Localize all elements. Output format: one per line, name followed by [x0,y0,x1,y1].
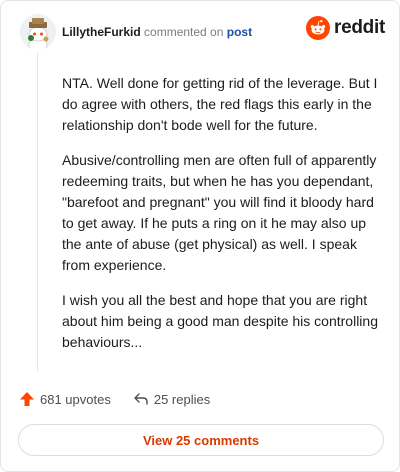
avatar-icon [20,14,56,50]
action-text: commented on [144,25,224,39]
upvote-arrow-icon [20,392,34,406]
replies-button[interactable]: 25 replies [133,391,210,407]
reddit-brand[interactable]: reddit [306,16,385,40]
reply-arrow-icon [134,393,148,405]
comment-body: NTA. Well done for getting rid of the le… [62,73,384,367]
comment-paragraph: NTA. Well done for getting rid of the le… [62,75,378,133]
comment-card: LillytheFurkid commented on post reddit … [0,0,400,472]
user-avatar[interactable] [20,14,56,50]
upvotes-count: 681 upvotes [40,391,111,407]
post-link[interactable]: post [227,25,252,39]
comment-meta: LillytheFurkid commented on post [62,25,252,39]
comment-actions: 681 upvotes 25 replies [19,389,232,409]
thread-line [37,53,38,371]
reddit-wordmark: reddit [334,17,385,38]
comment-paragraph: Abusive/controlling men are often full o… [62,152,377,273]
replies-count: 25 replies [153,391,211,407]
upvote-button[interactable]: 681 upvotes [19,391,111,407]
comment-paragraph: I wish you all the best and hope that yo… [62,292,378,350]
reddit-snoo-icon [306,16,331,40]
username-link[interactable]: LillytheFurkid [62,25,141,39]
view-comments-button[interactable]: View 25 comments [18,424,384,456]
comment-header: LillytheFurkid commented on post reddit [20,14,385,54]
